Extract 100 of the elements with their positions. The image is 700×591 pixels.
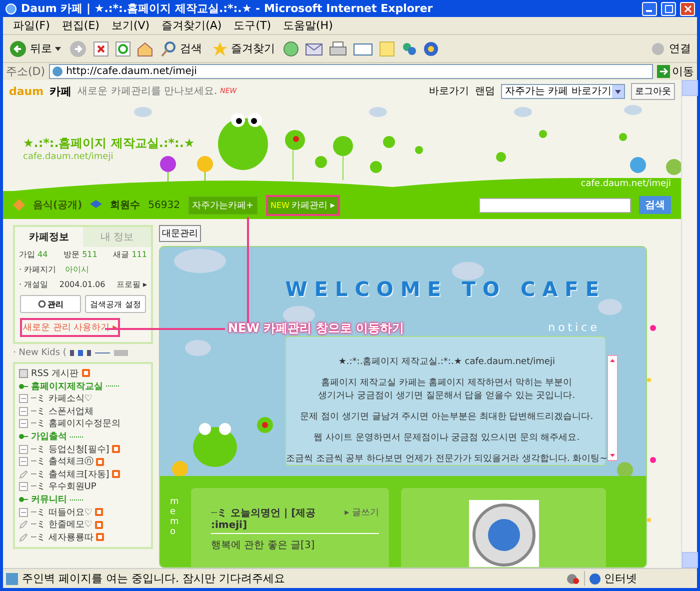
member-count: 56932 bbox=[148, 200, 180, 210]
shortcut-link[interactable]: 바로가기 bbox=[429, 84, 469, 98]
menu-item[interactable]: 도구(T) bbox=[228, 18, 277, 33]
welcome-title: WELCOME TO CAFE bbox=[285, 277, 606, 301]
notice-text: 웹 사이트 운영하면서 문제점이나 궁금점 있으시면 문의 해주세요. bbox=[314, 432, 580, 444]
search-icon bbox=[161, 40, 177, 56]
menu-item[interactable]: 편집(E) bbox=[56, 18, 106, 33]
board-icon bbox=[19, 508, 28, 517]
player-controls-icon[interactable] bbox=[70, 349, 130, 357]
board-icon bbox=[19, 457, 28, 466]
bullet-icon bbox=[19, 434, 28, 439]
search-settings-button[interactable]: 검색공개 설정 bbox=[85, 295, 146, 313]
globe-icon bbox=[589, 572, 601, 584]
dotted-line-icon bbox=[106, 385, 120, 387]
stop-icon[interactable] bbox=[93, 40, 109, 56]
stat-text: 가입 44 bbox=[19, 249, 48, 260]
close-button[interactable] bbox=[680, 2, 695, 16]
minimize-button[interactable] bbox=[642, 2, 657, 16]
dotted-line-icon bbox=[70, 436, 84, 438]
opened-label: · 개설일 bbox=[19, 279, 48, 290]
members-label: 회원수 bbox=[110, 199, 140, 212]
scrollbar[interactable] bbox=[681, 80, 697, 568]
memo-label: memo bbox=[170, 498, 179, 539]
close-icon bbox=[684, 4, 692, 12]
address-field[interactable]: http://cafe.daum.net/imeji bbox=[49, 64, 653, 79]
menu-section: 가입출석 bbox=[31, 430, 67, 443]
board-link[interactable]: ┈ミ 홈페이지수정문의 bbox=[19, 418, 147, 430]
printer-icon[interactable] bbox=[329, 40, 347, 56]
menu-section: 커뮤니티 bbox=[31, 493, 67, 506]
status-text: 주인벽 페이지를 여는 중입니다. 잠시만 기다려주세요 bbox=[22, 571, 286, 586]
go-button[interactable]: 이동 bbox=[657, 64, 694, 79]
board-link[interactable]: ┈ミ 한줄메모♡ bbox=[19, 518, 147, 531]
bullet-icon bbox=[19, 497, 28, 502]
home-icon[interactable] bbox=[137, 40, 153, 56]
refresh-icon[interactable] bbox=[115, 40, 131, 56]
service-name[interactable]: 카페 bbox=[50, 84, 72, 98]
board-link[interactable]: ┈ミ 세자룡룡따 bbox=[19, 531, 147, 544]
menu-item[interactable]: 도움말(H) bbox=[277, 18, 339, 33]
stat-text: 방문 511 bbox=[64, 249, 98, 260]
notice-text: 생기거나 궁금점이 생기면 질문해서 답을 얻을수 있는 곳입니다. bbox=[318, 390, 576, 402]
board-title[interactable]: ┈ミ 오늘의명언 | [제공 :imeji] bbox=[211, 506, 321, 531]
menu-item[interactable]: 파일(F) bbox=[7, 18, 56, 33]
category-label: 음식(공개) bbox=[33, 199, 82, 212]
board-link[interactable]: ┈ミ 등업신청[필수] bbox=[19, 443, 147, 456]
pencil-icon bbox=[19, 470, 28, 479]
board-icon bbox=[19, 482, 28, 492]
notice-text: ★.:*:.홈페이지 제작교실.:*:.★ cafe.daum.net/imeji bbox=[338, 356, 555, 368]
cafe-url: cafe.daum.net/imeji bbox=[570, 178, 681, 191]
front-admin-button[interactable]: 대문관리 bbox=[159, 225, 201, 242]
notice-text: 홈페이지 제작교실 카페는 홈페이지 제작하면서 막히는 부분이 bbox=[321, 377, 572, 389]
annotation-text: NEW 카페관리 창으로 이동하기 bbox=[228, 320, 404, 337]
window-title: Daum 카페 | ★.:*:.홈페이지 제작교실.:*:.★ - Microsoft Internet Explorer bbox=[21, 1, 434, 16]
board-link[interactable]: ┈ミ 떠들어요♡ bbox=[19, 506, 147, 518]
search-button[interactable]: 검색 bbox=[159, 40, 204, 56]
random-link[interactable]: 랜덤 bbox=[475, 84, 495, 98]
music-title: · New Kids ( bbox=[13, 348, 66, 358]
dotted-line-icon bbox=[70, 498, 84, 500]
notice-text: 문제 점이 생기면 글남겨 주시면 아는부분은 최대한 답변해드리겠습니다. bbox=[300, 411, 594, 423]
board-icon bbox=[19, 406, 28, 416]
address-label: 주소(D) bbox=[6, 64, 46, 79]
notice-text: 조금씩 조금씩 공부 하다보면 언제가 전문가가 되있을거라 생각합니다. 화이팅~ bbox=[286, 453, 608, 465]
cafe-select[interactable]: 자주가는 카페 바로가기 bbox=[501, 84, 625, 98]
search-field[interactable] bbox=[479, 198, 631, 212]
links-button[interactable]: 연결 bbox=[648, 40, 693, 56]
board-link[interactable]: ┈ミ 출석체크ⓝ bbox=[19, 456, 147, 468]
board-link[interactable]: ┈ミ 우수회원UP bbox=[19, 480, 147, 493]
board-link[interactable]: ┈ミ 카페소식♡ bbox=[19, 392, 147, 405]
zone-text: 인터넷 bbox=[604, 571, 637, 586]
board-link[interactable]: RSS 게시판 bbox=[19, 367, 147, 380]
favorites-button[interactable]: 즐겨찾기 bbox=[210, 40, 277, 56]
mail-icon[interactable] bbox=[305, 40, 323, 56]
profile-link[interactable]: 프로필 ▸ bbox=[116, 279, 147, 290]
menu-item[interactable]: 보기(V) bbox=[105, 18, 156, 33]
menu-item[interactable]: 즐겨찾기(A) bbox=[156, 18, 228, 33]
notice-scrollbar[interactable] bbox=[607, 355, 618, 461]
seal-drawing bbox=[468, 500, 538, 567]
star-icon bbox=[212, 40, 228, 56]
menu-section: 홈페이지제작교실 bbox=[31, 380, 103, 392]
post-link[interactable]: 행복에 관한 좋은 글[3] bbox=[211, 538, 379, 552]
board-icon bbox=[19, 444, 28, 454]
promo-text: 새로운 카페관리를 만나보세요. bbox=[78, 85, 218, 98]
back-button[interactable]: 뒤로 bbox=[7, 40, 63, 58]
board-icon bbox=[19, 394, 28, 404]
logout-button[interactable]: 로그아웃 bbox=[631, 82, 675, 100]
arrow-icon bbox=[657, 65, 670, 78]
caret-icon bbox=[55, 46, 61, 50]
stat-text: 새글 111 bbox=[113, 249, 147, 260]
cafe-url: cafe.daum.net/imeji bbox=[23, 152, 114, 162]
manage-button[interactable]: 관리 bbox=[20, 295, 81, 313]
notice-label: notice bbox=[548, 321, 600, 334]
board-link[interactable]: ┈ミ 출석체크[자동] bbox=[19, 468, 147, 480]
maximize-icon bbox=[664, 4, 672, 12]
maximize-button[interactable] bbox=[661, 2, 676, 16]
write-link[interactable]: ▸ 글쓰기 bbox=[344, 506, 379, 519]
bullet-icon bbox=[19, 384, 28, 388]
dropdown-icon bbox=[612, 84, 624, 98]
board-link[interactable]: ┈ミ 스폰서업체 bbox=[19, 405, 147, 418]
host-label: · 카페지기 bbox=[19, 264, 56, 275]
board-icon bbox=[19, 419, 28, 428]
privacy-icon bbox=[566, 572, 580, 584]
